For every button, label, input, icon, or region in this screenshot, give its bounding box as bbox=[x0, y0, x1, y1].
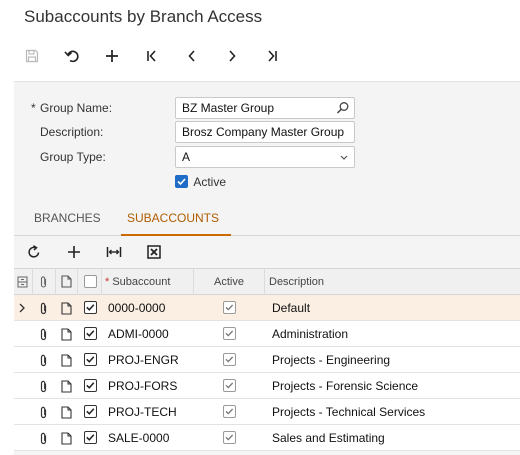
table-row[interactable]: 0000-0000 Default bbox=[14, 295, 520, 321]
note-icon[interactable] bbox=[61, 328, 72, 341]
description-label: Description: bbox=[40, 125, 104, 139]
header-subaccount[interactable]: * Subaccount bbox=[102, 269, 194, 295]
header-active[interactable]: Active bbox=[194, 269, 265, 295]
grid-add-button[interactable] bbox=[56, 237, 92, 267]
paperclip-icon[interactable] bbox=[39, 328, 49, 341]
group-name-value: BZ Master Group bbox=[182, 101, 275, 115]
row-select-checkbox[interactable] bbox=[84, 405, 97, 418]
row-select-checkbox[interactable] bbox=[84, 327, 97, 340]
table-row[interactable]: ADMI-0000 Administration bbox=[14, 321, 520, 347]
cell-active-checkbox[interactable] bbox=[223, 431, 236, 444]
cell-subaccount[interactable]: PROJ-ENGR bbox=[108, 347, 179, 373]
save-button[interactable] bbox=[14, 40, 50, 72]
grid-header: * Subaccount Active Description bbox=[14, 268, 520, 295]
header-attachments[interactable] bbox=[33, 269, 56, 295]
fit-columns-icon bbox=[106, 247, 122, 257]
group-type-value: A bbox=[182, 150, 191, 164]
cell-active-checkbox[interactable] bbox=[223, 301, 236, 314]
save-icon bbox=[25, 49, 39, 63]
tab-subaccounts[interactable]: SUBACCOUNTS bbox=[121, 204, 231, 236]
next-icon bbox=[229, 50, 236, 62]
export-excel-icon bbox=[147, 245, 161, 259]
group-name-field[interactable]: BZ Master Group bbox=[175, 97, 355, 119]
cell-description[interactable]: Administration bbox=[272, 321, 348, 347]
fit-columns-button[interactable] bbox=[96, 237, 132, 267]
cell-subaccount[interactable]: PROJ-TECH bbox=[108, 399, 177, 425]
cell-subaccount[interactable]: ADMI-0000 bbox=[108, 321, 169, 347]
cell-description[interactable]: Sales and Estimating bbox=[272, 425, 385, 451]
export-excel-button[interactable] bbox=[136, 237, 172, 267]
cell-active-checkbox[interactable] bbox=[223, 379, 236, 392]
cell-active-checkbox[interactable] bbox=[223, 405, 236, 418]
file-cabinet-icon bbox=[17, 276, 28, 288]
plus-icon bbox=[68, 246, 80, 258]
row-select-checkbox[interactable] bbox=[84, 353, 97, 366]
header-subaccount-label: Subaccount bbox=[112, 276, 171, 288]
description-field[interactable]: Brosz Company Master Group bbox=[175, 121, 355, 143]
row-select-checkbox[interactable] bbox=[84, 379, 97, 392]
tab-bar: BRANCHES SUBACCOUNTS bbox=[14, 204, 520, 236]
note-icon[interactable] bbox=[61, 302, 72, 315]
row-indicator-icon bbox=[19, 303, 25, 313]
first-record-button[interactable] bbox=[134, 40, 170, 72]
cell-subaccount[interactable]: PROJ-FORS bbox=[108, 373, 177, 399]
table-row[interactable]: PROJ-FORS Projects - Forensic Science bbox=[14, 373, 520, 399]
table-row[interactable]: PROJ-TECH Projects - Technical Services bbox=[14, 399, 520, 425]
main-toolbar bbox=[14, 40, 304, 72]
refresh-icon bbox=[28, 245, 40, 258]
tab-branches[interactable]: BRANCHES bbox=[28, 204, 107, 236]
group-type-select[interactable]: A bbox=[175, 146, 355, 168]
note-icon[interactable] bbox=[61, 380, 72, 393]
previous-icon bbox=[188, 50, 195, 62]
cell-subaccount[interactable]: SALE-0000 bbox=[108, 425, 169, 451]
paperclip-icon[interactable] bbox=[39, 354, 49, 367]
header-select-all[interactable] bbox=[78, 269, 102, 295]
undo-icon bbox=[64, 50, 79, 63]
header-description[interactable]: Description bbox=[265, 269, 520, 295]
paperclip-icon[interactable] bbox=[39, 380, 49, 393]
table-row[interactable]: SALE-0000 Sales and Estimating bbox=[14, 425, 520, 451]
required-marker: * bbox=[31, 101, 36, 115]
note-icon[interactable] bbox=[61, 354, 72, 367]
header-notes[interactable] bbox=[56, 269, 78, 295]
first-icon bbox=[147, 50, 156, 62]
next-record-button[interactable] bbox=[214, 40, 250, 72]
undo-button[interactable] bbox=[54, 40, 90, 72]
refresh-button[interactable] bbox=[16, 237, 52, 267]
search-icon[interactable] bbox=[336, 101, 350, 115]
previous-record-button[interactable] bbox=[174, 40, 210, 72]
description-value: Brosz Company Master Group bbox=[182, 125, 345, 139]
active-toggle[interactable]: Active bbox=[175, 174, 226, 190]
cell-active-checkbox[interactable] bbox=[223, 353, 236, 366]
group-name-label: Group Name: bbox=[40, 101, 113, 115]
last-icon bbox=[268, 50, 277, 62]
paperclip-icon bbox=[40, 276, 47, 288]
page-title: Subaccounts by Branch Access bbox=[24, 7, 263, 26]
cell-description[interactable]: Projects - Technical Services bbox=[272, 399, 425, 425]
cell-description[interactable]: Projects - Engineering bbox=[272, 347, 390, 373]
add-button[interactable] bbox=[94, 40, 130, 72]
active-checkbox[interactable] bbox=[175, 175, 188, 189]
paperclip-icon[interactable] bbox=[39, 406, 49, 419]
chevron-down-icon bbox=[340, 155, 348, 160]
header-files[interactable] bbox=[14, 269, 33, 295]
paperclip-icon[interactable] bbox=[39, 302, 49, 315]
paperclip-icon[interactable] bbox=[39, 432, 49, 445]
select-all-checkbox[interactable] bbox=[84, 275, 97, 288]
cell-description[interactable]: Projects - Forensic Science bbox=[272, 373, 418, 399]
note-icon bbox=[61, 275, 72, 288]
row-select-checkbox[interactable] bbox=[84, 301, 97, 314]
group-type-label: Group Type: bbox=[40, 150, 106, 164]
note-icon[interactable] bbox=[61, 432, 72, 445]
note-icon[interactable] bbox=[61, 406, 72, 419]
grid-toolbar bbox=[14, 237, 520, 267]
cell-active-checkbox[interactable] bbox=[223, 327, 236, 340]
table-row[interactable]: PROJ-ENGR Projects - Engineering bbox=[14, 347, 520, 373]
plus-icon bbox=[106, 50, 118, 62]
cell-subaccount[interactable]: 0000-0000 bbox=[108, 295, 165, 321]
row-select-checkbox[interactable] bbox=[84, 431, 97, 444]
last-record-button[interactable] bbox=[254, 40, 290, 72]
cell-description[interactable]: Default bbox=[272, 295, 310, 321]
active-label: Active bbox=[193, 174, 227, 189]
